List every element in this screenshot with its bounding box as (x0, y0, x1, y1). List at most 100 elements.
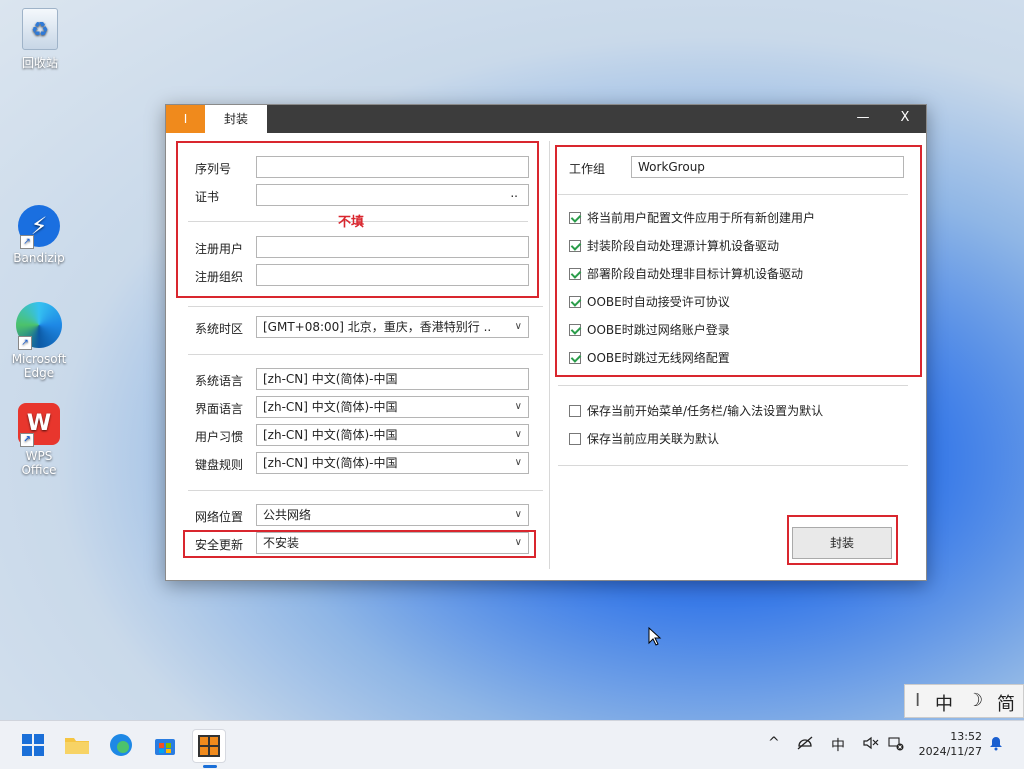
ui-lang-value: [zh-CN] 中文(简体)-中国 (263, 400, 398, 414)
sys-lang-label: 系统语言 (195, 374, 244, 388)
cert-input[interactable]: .. (256, 184, 529, 206)
desktop-icon-bandizip[interactable]: ⚡ ↗ Bandizip (7, 205, 71, 265)
wps-icon: W ↗ (18, 403, 60, 447)
timezone-label: 系统时区 (195, 322, 244, 336)
cert-browse-button[interactable]: .. (510, 185, 518, 203)
annotation-no-fill: 不填 (338, 215, 365, 230)
moon-icon[interactable]: ☽ (967, 690, 983, 711)
option-label: OOBE时自动接受许可协议 (587, 295, 730, 309)
desktop-icon-recycle-bin[interactable]: ♻ 回收站 (8, 8, 72, 71)
chevron-down-icon: ∨ (514, 457, 522, 468)
option-source-drivers[interactable]: 封装阶段自动处理源计算机设备驱动 (569, 238, 779, 254)
option-target-drivers[interactable]: 部署阶段自动处理非目标计算机设备驱动 (569, 266, 803, 282)
desktop-icon-label: WPS Office (21, 449, 57, 477)
volume-muted-icon[interactable] (862, 735, 880, 755)
reg-user-label: 注册用户 (195, 242, 244, 256)
tab-i[interactable]: I (166, 105, 205, 133)
desktop-icon-label: Microsoft Edge (11, 352, 67, 380)
option-label: 保存当前开始菜单/任务栏/输入法设置为默认 (587, 404, 824, 418)
checkbox-unchecked[interactable] (569, 405, 581, 417)
serial-input[interactable] (256, 156, 529, 178)
store-button[interactable] (149, 729, 181, 761)
ime-tray-indicator[interactable]: 中 (831, 735, 845, 755)
app-grid-icon (198, 735, 220, 757)
checkbox-checked[interactable] (569, 296, 581, 308)
net-location-select[interactable]: 公共网络 ∨ (256, 504, 529, 526)
recycle-bin-icon: ♻ (22, 8, 58, 50)
serial-label: 序列号 (195, 162, 232, 176)
option-label: 部署阶段自动处理非目标计算机设备驱动 (587, 267, 804, 281)
security-update-select[interactable]: 不安装 ∨ (256, 532, 529, 554)
edge-icon: ↗ (16, 302, 62, 350)
divider (188, 490, 543, 491)
close-button[interactable]: X (884, 105, 926, 133)
option-apply-profile[interactable]: 将当前用户配置文件应用于所有新创建用户 (569, 210, 815, 226)
reg-user-input[interactable] (256, 236, 529, 258)
option-save-app-assoc[interactable]: 保存当前应用关联为默认 (569, 431, 719, 447)
option-label: 封装阶段自动处理源计算机设备驱动 (587, 239, 780, 253)
checkbox-checked[interactable] (569, 240, 581, 252)
desktop-icon-wps[interactable]: W ↗ WPS Office (7, 403, 71, 477)
shortcut-arrow-icon: ↗ (18, 336, 32, 350)
checkbox-checked[interactable] (569, 268, 581, 280)
option-skip-wireless[interactable]: OOBE时跳过无线网络配置 (569, 350, 730, 366)
checkbox-checked[interactable] (569, 212, 581, 224)
chevron-down-icon: ∨ (514, 321, 522, 332)
desktop-icon-edge[interactable]: ↗ Microsoft Edge (7, 302, 71, 380)
security-status-icon[interactable] (888, 735, 904, 755)
keyboard-select[interactable]: [zh-CN] 中文(简体)-中国 ∨ (256, 452, 529, 474)
edge-icon (110, 734, 132, 756)
chevron-down-icon: ∨ (514, 509, 522, 520)
sys-lang-field[interactable]: [zh-CN] 中文(简体)-中国 (256, 368, 529, 390)
start-button[interactable] (17, 729, 49, 761)
user-habit-value: [zh-CN] 中文(简体)-中国 (263, 428, 398, 442)
notification-bell-icon[interactable] (988, 735, 1004, 755)
user-habit-select[interactable]: [zh-CN] 中文(简体)-中国 ∨ (256, 424, 529, 446)
seal-app-taskbar-button[interactable] (192, 729, 226, 768)
system-clock[interactable]: 13:52 2024/11/27 (912, 729, 982, 759)
workgroup-input[interactable]: WorkGroup (631, 156, 904, 178)
user-habit-label: 用户习惯 (195, 430, 244, 444)
option-accept-license[interactable]: OOBE时自动接受许可协议 (569, 294, 730, 310)
reg-org-input[interactable] (256, 264, 529, 286)
keyboard-value: [zh-CN] 中文(简体)-中国 (263, 456, 398, 470)
ime-toolbar: I 中 ☽ 简 (904, 684, 1024, 718)
ime-lang-toggle[interactable]: 中 (935, 690, 953, 716)
windows-logo-icon (22, 734, 44, 756)
ui-lang-label: 界面语言 (195, 402, 244, 416)
tray-overflow-chevron-icon[interactable]: ^ (768, 735, 780, 751)
option-save-start-menu[interactable]: 保存当前开始菜单/任务栏/输入法设置为默认 (569, 403, 823, 419)
minimize-button[interactable]: — (842, 105, 884, 133)
mouse-cursor-icon (648, 627, 662, 646)
ime-grip[interactable]: I (915, 690, 920, 711)
clock-time: 13:52 (950, 730, 982, 743)
reg-org-label: 注册组织 (195, 270, 244, 284)
net-location-label: 网络位置 (195, 510, 244, 524)
folder-icon (65, 738, 89, 754)
shortcut-arrow-icon: ↗ (20, 235, 34, 249)
tab-seal[interactable]: 封装 (205, 105, 267, 133)
divider (188, 306, 543, 307)
checkbox-unchecked[interactable] (569, 433, 581, 445)
timezone-value: [GMT+08:00] 北京，重庆，香港特别行 .. (263, 320, 492, 334)
option-skip-online-account[interactable]: OOBE时跳过网络账户登录 (569, 322, 730, 338)
keyboard-label: 键盘规则 (195, 458, 244, 472)
network-icon[interactable] (796, 735, 814, 755)
clock-date: 2024/11/27 (918, 745, 982, 758)
ui-lang-select[interactable]: [zh-CN] 中文(简体)-中国 ∨ (256, 396, 529, 418)
divider (188, 354, 543, 355)
checkbox-checked[interactable] (569, 324, 581, 336)
file-explorer-button[interactable] (61, 729, 93, 761)
highlight-box-options (555, 145, 922, 377)
timezone-select[interactable]: [GMT+08:00] 北京，重庆，香港特别行 .. ∨ (256, 316, 529, 338)
store-icon (155, 739, 175, 755)
seal-button[interactable]: 封装 (792, 527, 892, 559)
divider (558, 194, 908, 195)
ime-script-toggle[interactable]: 简 (997, 690, 1015, 716)
taskbar: ^ 中 13:52 2024/11/27 (0, 720, 1024, 769)
checkbox-checked[interactable] (569, 352, 581, 364)
divider (558, 385, 908, 386)
bandizip-icon: ⚡ ↗ (18, 205, 60, 249)
edge-taskbar-button[interactable] (105, 729, 137, 761)
net-location-value: 公共网络 (263, 508, 312, 522)
